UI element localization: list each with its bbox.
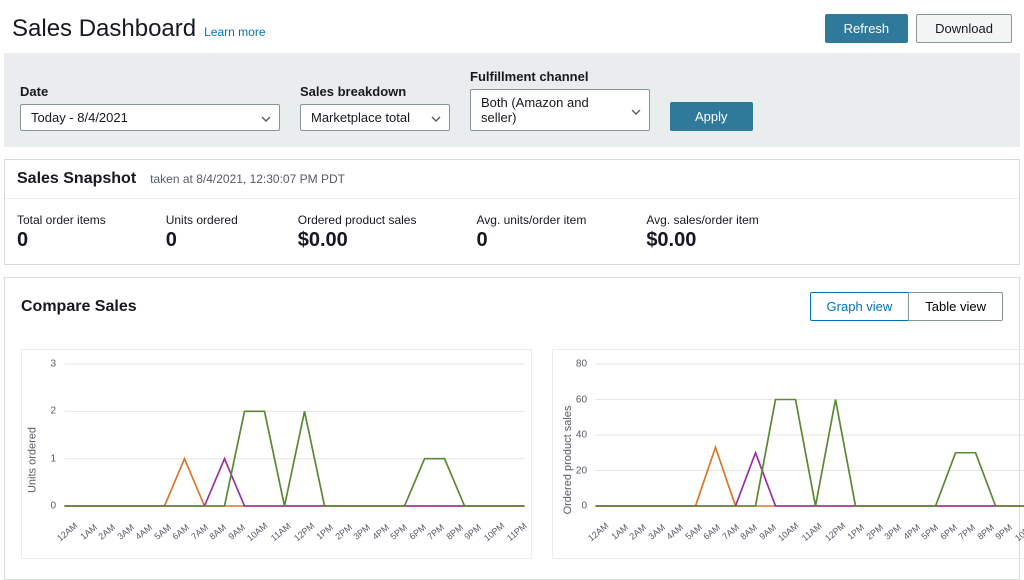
table-view-button[interactable]: Table view — [908, 292, 1003, 321]
chevron-down-icon — [431, 110, 441, 125]
breakdown-select[interactable]: Marketplace total — [300, 104, 450, 131]
chart: Ordered product sales02040608012AM1AM2AM… — [552, 349, 1024, 559]
download-button[interactable]: Download — [916, 14, 1012, 43]
snapshot-title: Sales Snapshot — [17, 170, 136, 188]
metric-value: 0 — [166, 229, 238, 252]
metric-label: Total order items — [17, 213, 106, 227]
apply-button[interactable]: Apply — [670, 102, 753, 131]
chart: Units ordered012312AM1AM2AM3AM4AM5AM6AM7… — [21, 349, 532, 559]
compare-title: Compare Sales — [21, 298, 137, 316]
chart-xticks: 12AM1AM2AM3AM4AM5AM6AM7AM8AM9AM10AM11AM1… — [589, 520, 1024, 550]
chart-xticks: 12AM1AM2AM3AM4AM5AM6AM7AM8AM9AM10AM11AM1… — [58, 520, 531, 550]
chevron-down-icon — [261, 110, 271, 125]
metric-value: 0 — [17, 229, 106, 252]
snapshot-taken-at: taken at 8/4/2021, 12:30:07 PM PDT — [150, 172, 345, 186]
metric: Total order items 0 — [17, 213, 106, 252]
fulfillment-value: Both (Amazon and seller) — [481, 95, 623, 125]
metric-value: $0.00 — [646, 229, 759, 252]
refresh-button[interactable]: Refresh — [825, 14, 909, 43]
learn-more-link[interactable]: Learn more — [204, 25, 265, 39]
breakdown-value: Marketplace total — [311, 110, 410, 125]
metric-label: Ordered product sales — [298, 213, 417, 227]
metric: Avg. sales/order item $0.00 — [646, 213, 759, 252]
metric-label: Avg. sales/order item — [646, 213, 759, 227]
date-value: Today - 8/4/2021 — [31, 110, 128, 125]
date-select[interactable]: Today - 8/4/2021 — [20, 104, 280, 131]
metric: Ordered product sales $0.00 — [298, 213, 417, 252]
chart-ylabel: Units ordered — [27, 427, 39, 493]
filter-bar: Date Today - 8/4/2021 Sales breakdown Ma… — [4, 53, 1020, 147]
metric: Avg. units/order item 0 — [476, 213, 586, 252]
sales-snapshot-card: Sales Snapshot taken at 8/4/2021, 12:30:… — [4, 159, 1020, 265]
fulfillment-label: Fulfillment channel — [470, 69, 650, 84]
graph-view-button[interactable]: Graph view — [810, 292, 909, 321]
fulfillment-select[interactable]: Both (Amazon and seller) — [470, 89, 650, 131]
date-label: Date — [20, 84, 280, 99]
metric-label: Units ordered — [166, 213, 238, 227]
metric: Units ordered 0 — [166, 213, 238, 252]
breakdown-label: Sales breakdown — [300, 84, 450, 99]
chart-plot — [58, 350, 531, 520]
metric-value: $0.00 — [298, 229, 417, 252]
chart-plot — [589, 350, 1024, 520]
chevron-down-icon — [631, 103, 641, 118]
metric-label: Avg. units/order item — [476, 213, 586, 227]
chart-yticks: 0123 — [38, 350, 58, 520]
metric-value: 0 — [476, 229, 586, 252]
compare-sales-card: Compare Sales Graph view Table view Unit… — [4, 277, 1020, 580]
chart-yticks: 020406080 — [569, 350, 589, 520]
view-toggle: Graph view Table view — [810, 292, 1003, 321]
page-title: Sales Dashboard — [12, 15, 196, 43]
